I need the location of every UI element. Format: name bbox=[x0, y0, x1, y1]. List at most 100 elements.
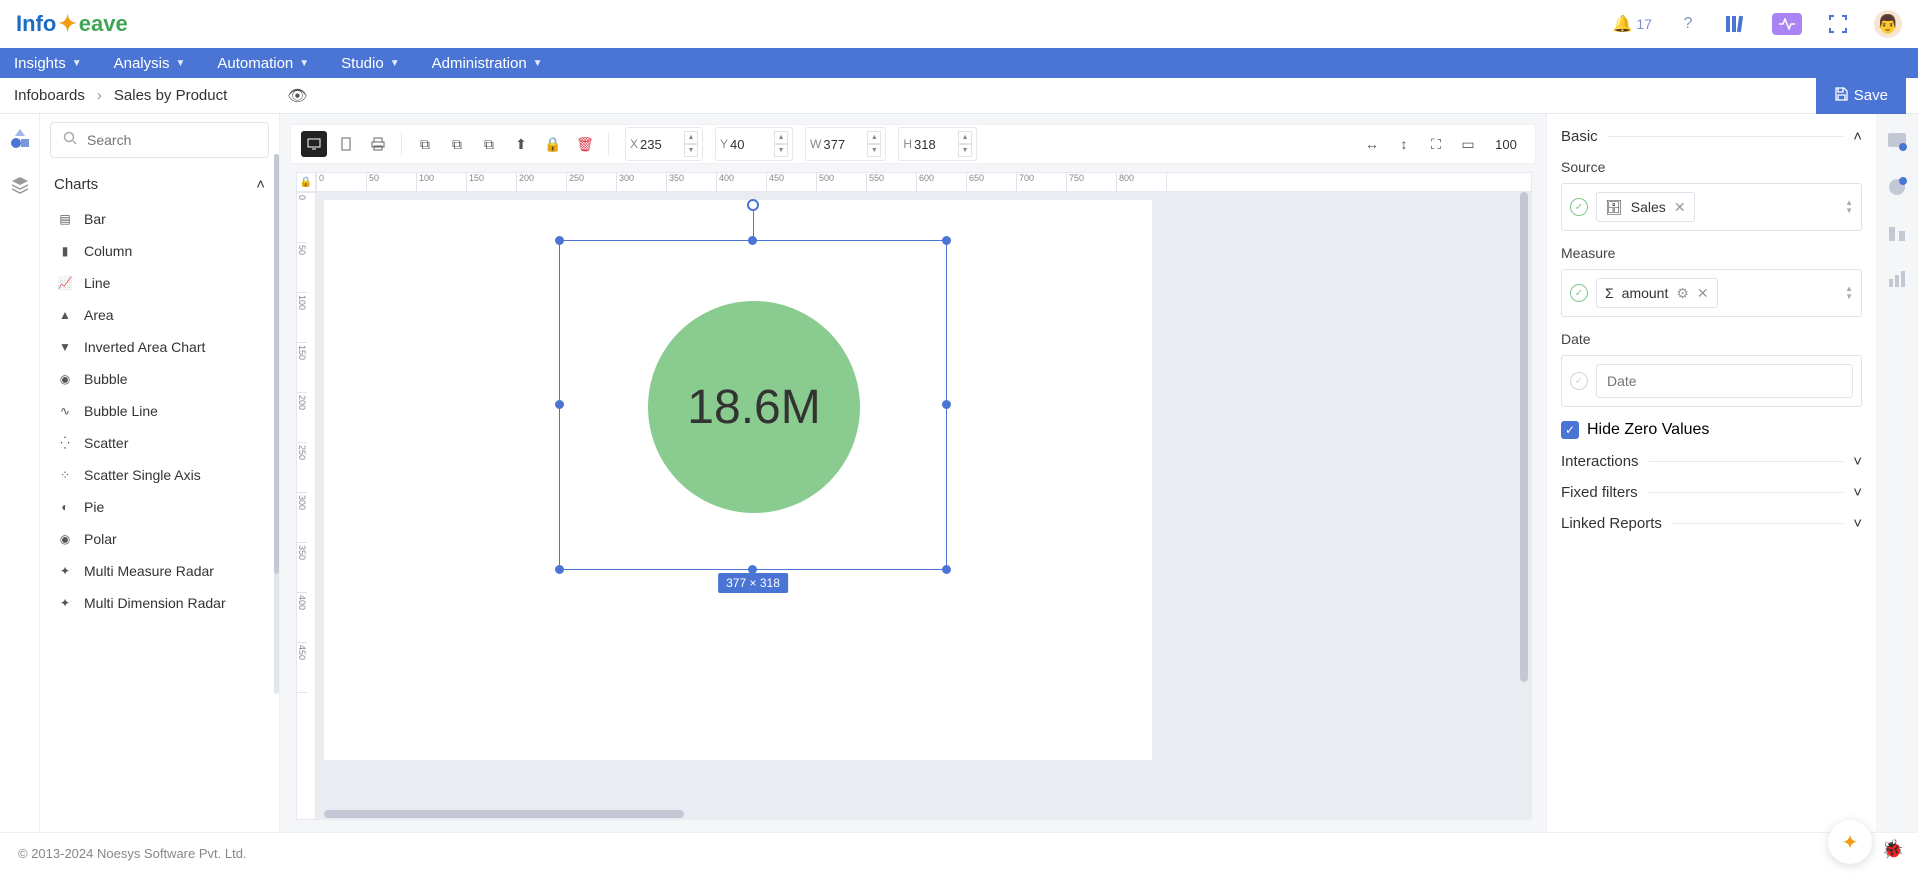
delete-icon[interactable]: 🗑 bbox=[572, 131, 598, 157]
device-tablet-icon[interactable] bbox=[333, 131, 359, 157]
shapes-icon[interactable] bbox=[9, 128, 31, 155]
fit-width-icon[interactable]: ↔ bbox=[1359, 131, 1385, 157]
gear-icon[interactable]: ⚙ bbox=[1676, 285, 1689, 302]
rotate-handle[interactable] bbox=[747, 199, 759, 211]
ruler-lock-icon[interactable]: 🔒 bbox=[296, 172, 316, 192]
height-field[interactable]: H ▲▼ bbox=[898, 127, 977, 161]
chart-rail-icon[interactable] bbox=[1884, 266, 1910, 292]
bring-forward-icon[interactable]: ⬆ bbox=[508, 131, 534, 157]
x-down[interactable]: ▼ bbox=[684, 144, 698, 157]
search-input[interactable] bbox=[87, 132, 268, 148]
activity-icon[interactable] bbox=[1772, 13, 1802, 35]
settings-rail-icon[interactable] bbox=[1884, 128, 1910, 154]
notifications-button[interactable]: 🔔 17 bbox=[1613, 14, 1653, 34]
y-up[interactable]: ▲ bbox=[774, 131, 788, 144]
fit-height-icon[interactable]: ↕ bbox=[1391, 131, 1417, 157]
library-icon[interactable] bbox=[1724, 12, 1748, 36]
section-fixed-filters[interactable]: Fixed filters˅ bbox=[1561, 484, 1862, 501]
hide-zero-row[interactable]: ✓ Hide Zero Values bbox=[1561, 421, 1862, 439]
pos-y-field[interactable]: Y ▲▼ bbox=[715, 127, 793, 161]
chart-multi-measure-radar[interactable]: ✦Multi Measure Radar bbox=[40, 555, 279, 587]
copy-icon[interactable]: ⧉ bbox=[412, 131, 438, 157]
width-field[interactable]: W ▲▼ bbox=[805, 127, 886, 161]
chart-bubble-line[interactable]: ∿Bubble Line bbox=[40, 395, 279, 427]
y-down[interactable]: ▼ bbox=[774, 144, 788, 157]
data-rail-icon[interactable] bbox=[1884, 220, 1910, 246]
chart-column[interactable]: ▮Column bbox=[40, 235, 279, 267]
resize-handle[interactable] bbox=[942, 236, 951, 245]
chart-line[interactable]: 📈Line bbox=[40, 267, 279, 299]
measure-chip[interactable]: Σ amount ⚙ ✕ bbox=[1596, 278, 1718, 308]
resize-handle[interactable] bbox=[555, 565, 564, 574]
resize-handle[interactable] bbox=[555, 400, 564, 409]
avatar[interactable]: 👨 bbox=[1874, 10, 1902, 38]
visibility-icon[interactable]: 👁 bbox=[287, 86, 307, 106]
x-up[interactable]: ▲ bbox=[684, 131, 698, 144]
section-linked-reports[interactable]: Linked Reports˅ bbox=[1561, 515, 1862, 532]
scale-icon[interactable]: ▭ bbox=[1455, 131, 1481, 157]
device-desktop-icon[interactable] bbox=[301, 131, 327, 157]
down-icon[interactable]: ▼ bbox=[1845, 293, 1853, 301]
selected-widget[interactable]: 18.6M 377 × 318 bbox=[559, 240, 947, 570]
resize-handle[interactable] bbox=[748, 236, 757, 245]
chart-polar[interactable]: ◉Polar bbox=[40, 523, 279, 555]
search-input-wrap[interactable] bbox=[50, 122, 269, 158]
canvas-page[interactable]: 18.6M 377 × 318 bbox=[324, 200, 1152, 760]
chart-scatter[interactable]: ⁛Scatter bbox=[40, 427, 279, 459]
source-chip[interactable]: 🗄 Sales ✕ bbox=[1596, 192, 1695, 222]
history-rail-icon[interactable] bbox=[1884, 174, 1910, 200]
h-down[interactable]: ▼ bbox=[958, 144, 972, 157]
chart-multi-dimension-radar[interactable]: ✦Multi Dimension Radar bbox=[40, 587, 279, 619]
nav-administration[interactable]: Administration▼ bbox=[432, 55, 543, 72]
chart-bubble[interactable]: ◉Bubble bbox=[40, 363, 279, 395]
print-icon[interactable] bbox=[365, 131, 391, 157]
layers-icon[interactable] bbox=[10, 175, 30, 200]
floating-logo[interactable]: ✦ bbox=[1828, 820, 1872, 864]
duplicate-icon[interactable]: ⧉ bbox=[476, 131, 502, 157]
resize-handle[interactable] bbox=[942, 565, 951, 574]
section-basic[interactable]: Basic˄ bbox=[1561, 128, 1862, 145]
logo[interactable]: Info✦eave bbox=[16, 11, 128, 37]
checkbox-hide-zero[interactable]: ✓ bbox=[1561, 421, 1579, 439]
fullscreen-icon[interactable] bbox=[1826, 12, 1850, 36]
section-interactions[interactable]: Interactions˅ bbox=[1561, 453, 1862, 470]
lock-icon[interactable]: 🔒 bbox=[540, 131, 566, 157]
pos-x-field[interactable]: X ▲▼ bbox=[625, 127, 703, 161]
chart-area[interactable]: ▲Area bbox=[40, 299, 279, 331]
bug-icon[interactable]: 🐞 bbox=[1882, 839, 1904, 860]
fit-screen-icon[interactable]: ⛶ bbox=[1423, 131, 1449, 157]
nav-automation[interactable]: Automation▼ bbox=[217, 55, 309, 72]
nav-insights[interactable]: Insights▼ bbox=[14, 55, 82, 72]
save-button[interactable]: Save bbox=[1816, 78, 1906, 114]
canvas-viewport[interactable]: 18.6M 377 × 318 bbox=[316, 192, 1532, 820]
nav-analysis[interactable]: Analysis▼ bbox=[114, 55, 186, 72]
ruler-horizontal: 0501001502002503003504004505005506006507… bbox=[316, 172, 1532, 192]
chart-pie[interactable]: ◐Pie bbox=[40, 491, 279, 523]
resize-handle[interactable] bbox=[555, 236, 564, 245]
chart-scatter-single[interactable]: ⁘Scatter Single Axis bbox=[40, 459, 279, 491]
scrollbar[interactable] bbox=[274, 154, 279, 694]
x-input[interactable] bbox=[640, 130, 682, 158]
h-scrollbar[interactable] bbox=[324, 810, 684, 818]
help-icon[interactable]: ? bbox=[1676, 12, 1700, 36]
chart-bar[interactable]: ▤Bar bbox=[40, 203, 279, 235]
w-down[interactable]: ▼ bbox=[867, 144, 881, 157]
chart-inverted-area[interactable]: ▼Inverted Area Chart bbox=[40, 331, 279, 363]
y-input[interactable] bbox=[730, 130, 772, 158]
nav-studio[interactable]: Studio▼ bbox=[341, 55, 399, 72]
down-icon[interactable]: ▼ bbox=[1845, 207, 1853, 215]
h-up[interactable]: ▲ bbox=[958, 131, 972, 144]
h-input[interactable] bbox=[914, 130, 956, 158]
w-up[interactable]: ▲ bbox=[867, 131, 881, 144]
breadcrumb-root[interactable]: Infoboards bbox=[14, 87, 85, 104]
kpi-circle[interactable]: 18.6M bbox=[648, 301, 860, 513]
paste-icon[interactable]: ⧉ bbox=[444, 131, 470, 157]
w-input[interactable] bbox=[823, 130, 865, 158]
remove-icon[interactable]: ✕ bbox=[1697, 285, 1709, 302]
date-input[interactable] bbox=[1607, 373, 1842, 389]
remove-icon[interactable]: ✕ bbox=[1674, 199, 1686, 216]
date-field[interactable] bbox=[1596, 364, 1853, 398]
v-scrollbar[interactable] bbox=[1520, 192, 1528, 682]
resize-handle[interactable] bbox=[942, 400, 951, 409]
charts-section-header[interactable]: Charts ˄ bbox=[40, 170, 279, 199]
